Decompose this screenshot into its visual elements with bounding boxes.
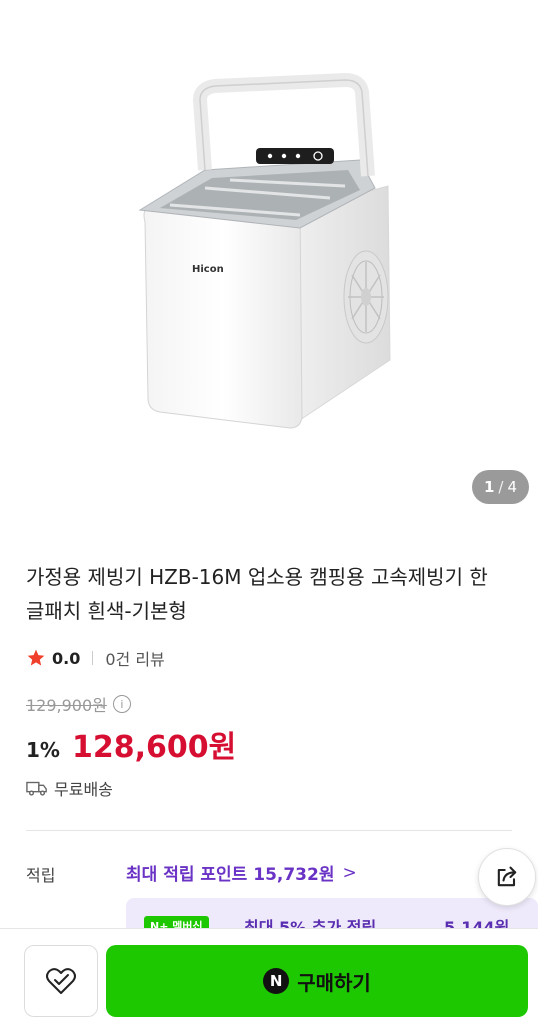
bottom-action-bar: N 구매하기 [0,928,538,1024]
image-counter-separator: / [498,478,504,496]
share-icon [497,866,517,887]
wishlist-button[interactable] [24,945,98,1017]
brand-text: Hicon [192,264,224,275]
rating-row[interactable]: 0.0 0건 리뷰 [26,646,165,670]
discount-rate: 1% [26,738,60,762]
image-counter-current: 1 [483,478,495,496]
shipping-text: 무료배송 [54,780,113,799]
rating-divider [92,651,94,665]
truck-icon [26,781,47,796]
product-image-gallery[interactable]: Hicon 1 / 4 [0,0,538,520]
points-label: 적립 [26,866,56,885]
rating-score: 0.0 [52,648,81,668]
original-price: 129,900원 [26,696,107,715]
share-button[interactable] [478,848,536,906]
price-row: 1% 128,600원 [26,722,236,766]
chevron-right-icon: > [342,862,357,883]
buy-button-label: 구매하기 [297,970,371,995]
product-image: Hicon [138,73,391,429]
product-title: 가정용 제빙기 HZB-16M 업소용 캠핑용 고속제빙기 한글패치 흰색-기본… [26,565,488,623]
review-count-link[interactable]: 0건 리뷰 [105,646,164,670]
original-price-row: 129,900원 i [26,692,131,716]
image-counter: 1 / 4 [472,470,529,504]
sale-price: 128,600원 [71,730,237,765]
info-icon[interactable]: i [112,695,131,713]
image-counter-total: 4 [507,478,518,496]
section-divider [26,830,512,831]
naver-pay-icon: N [263,968,290,994]
max-points-link[interactable]: 최대 적립 포인트 15,732원 > [126,860,357,886]
shipping-row: 무료배송 [26,776,113,800]
heart-icon [46,968,76,994]
star-icon [27,649,45,666]
max-points-text: 최대 적립 포인트 15,732원 [126,865,335,885]
buy-button[interactable]: N 구매하기 [106,945,528,1017]
